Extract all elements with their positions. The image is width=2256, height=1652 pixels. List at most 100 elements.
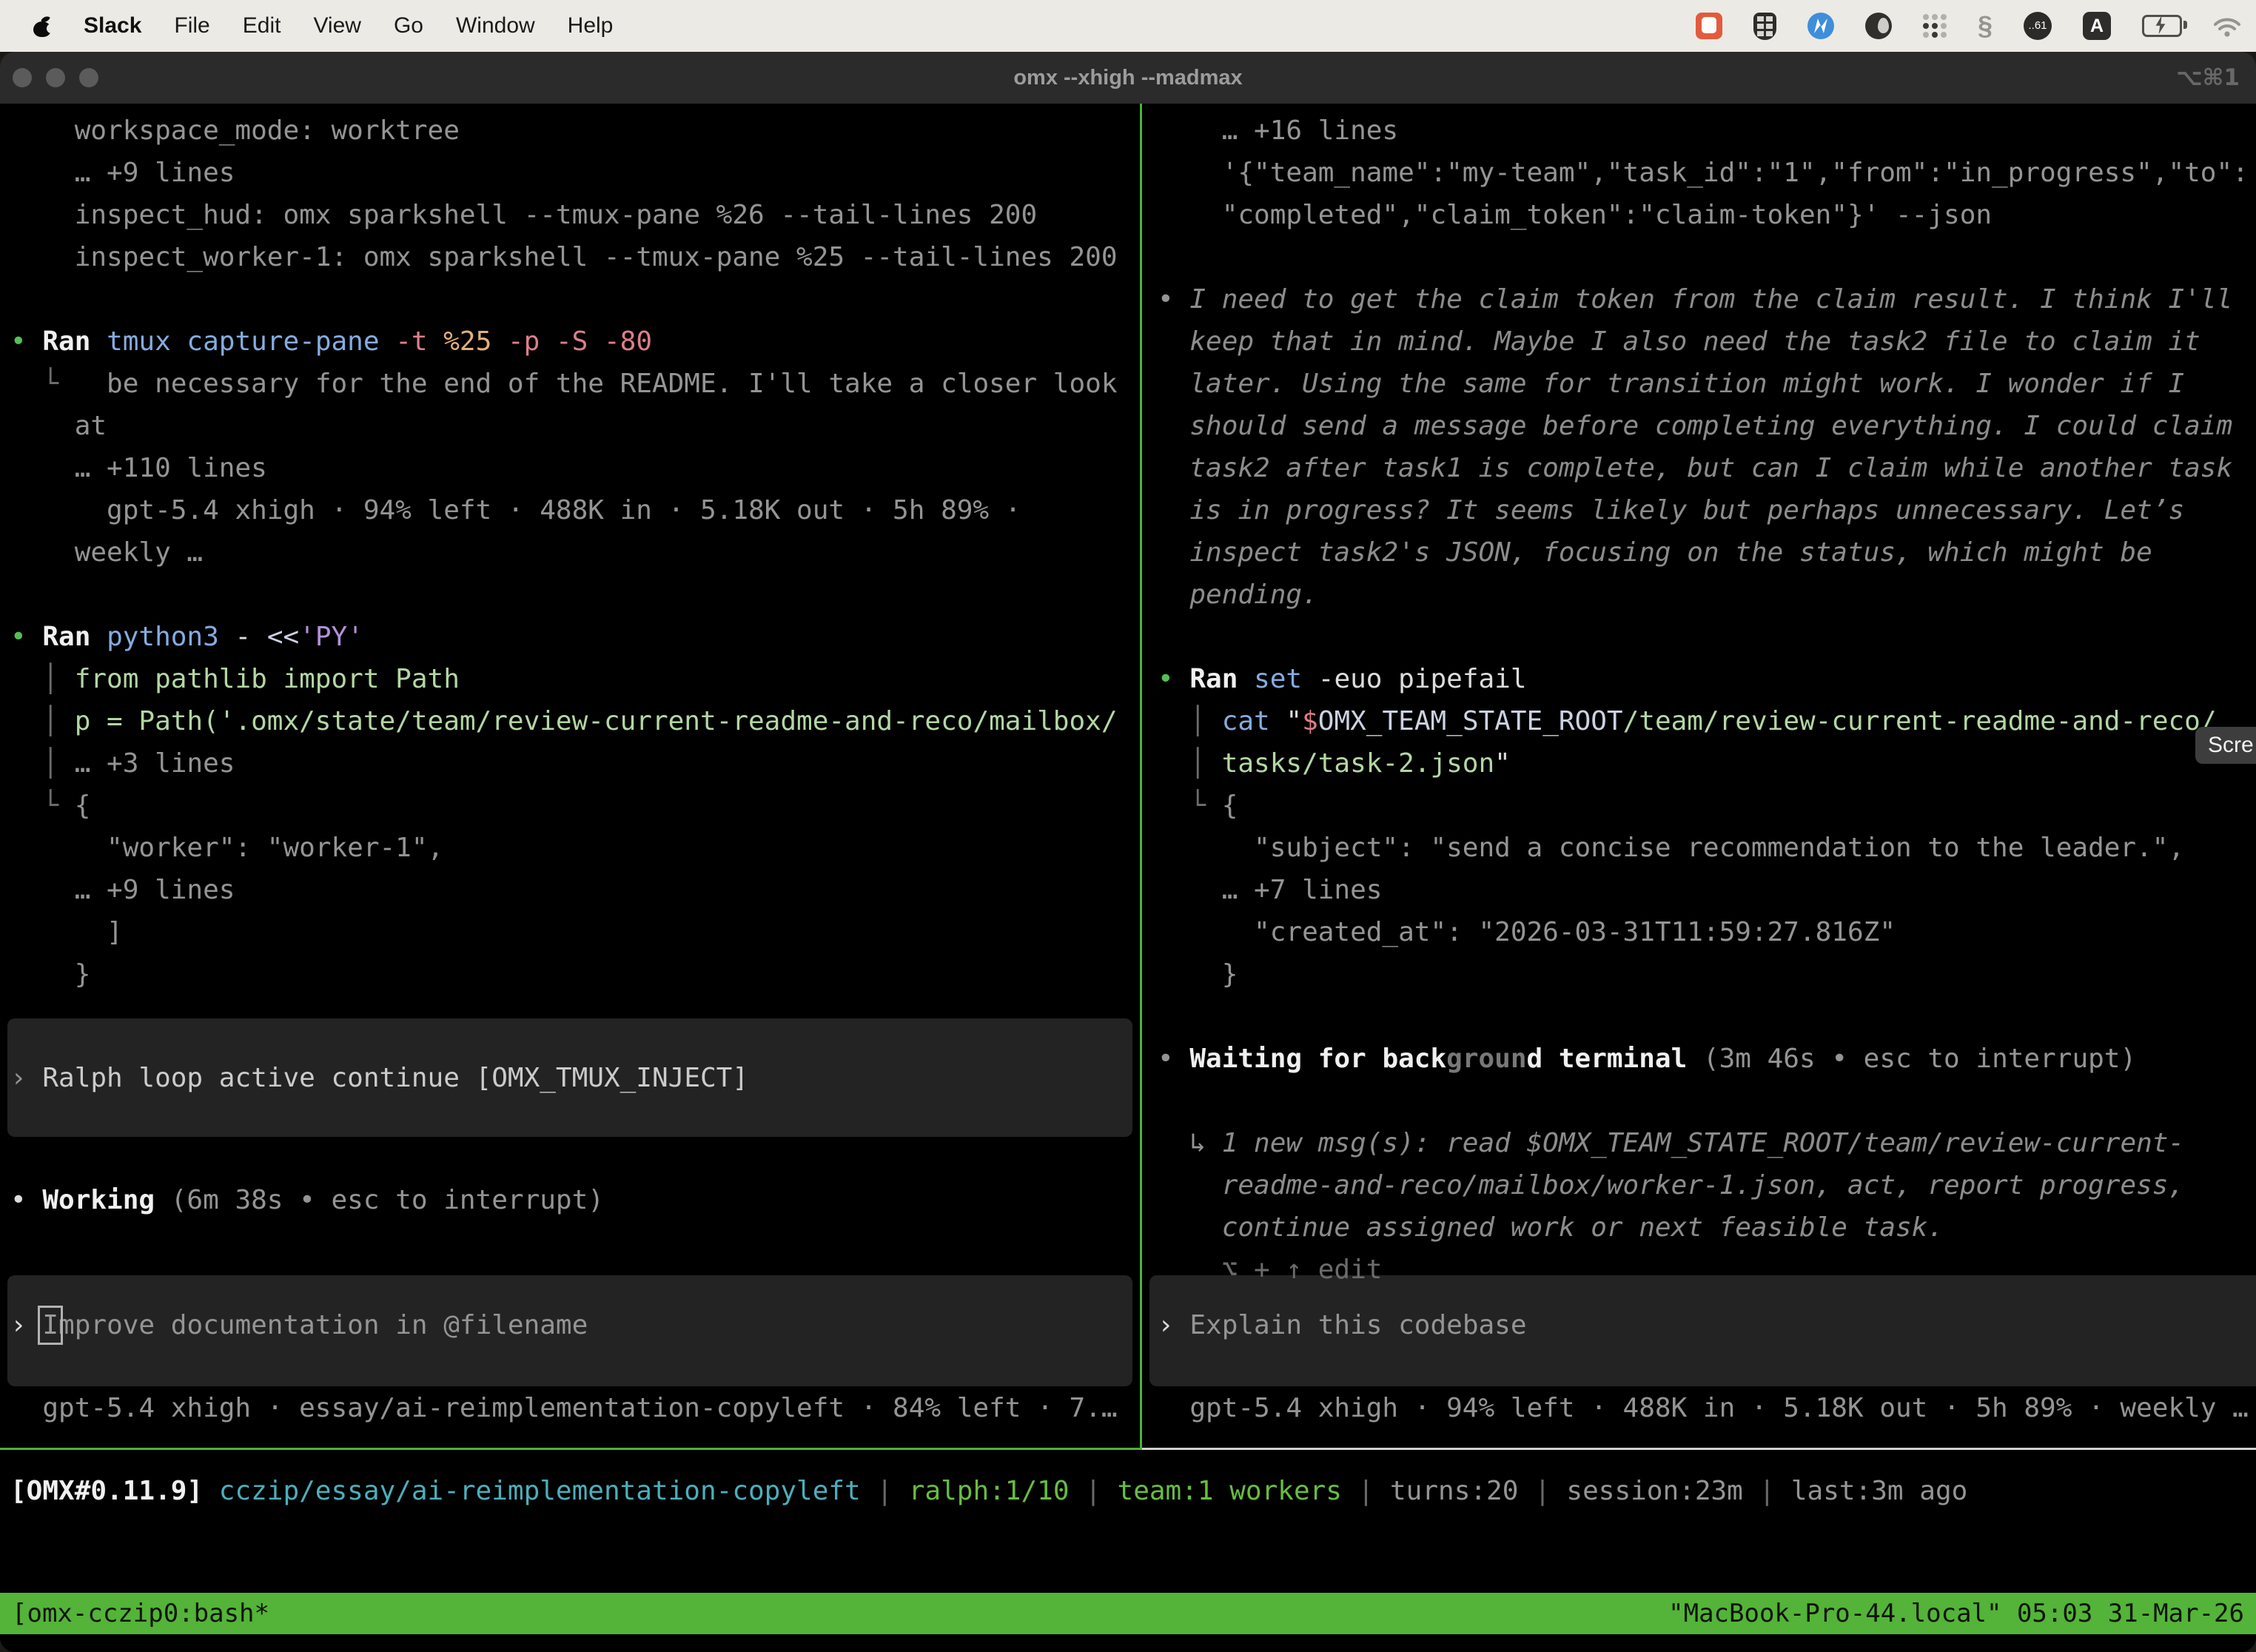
terminal-line: │ … +3 lines xyxy=(10,742,235,785)
menu-view[interactable]: View xyxy=(313,13,360,38)
text-segment: • xyxy=(1158,284,1189,315)
terminal-line: │ from pathlib import Path xyxy=(10,658,460,700)
text-segment: keep that in mind. Maybe I also need the… xyxy=(1158,326,2200,357)
terminal-line: ] xyxy=(10,911,123,953)
text-segment: << xyxy=(267,622,299,652)
text-segment: later. Using the same for transition mig… xyxy=(1158,369,2184,399)
apple-leaf xyxy=(41,14,50,24)
apple-menu-icon[interactable] xyxy=(33,16,51,37)
text-segment: Ran xyxy=(42,622,107,652)
terminal-line: "subject": "send a concise recommendatio… xyxy=(1158,827,2184,869)
menu-window[interactable]: Window xyxy=(456,13,535,38)
text-segment: groun xyxy=(1446,1044,1526,1074)
tmux-session-label[interactable]: [omx-cczip0:bash* xyxy=(12,1593,269,1634)
text-segment: set xyxy=(1254,664,1318,694)
battery-charging-icon[interactable] xyxy=(2142,15,2182,37)
text-segment: │ xyxy=(10,706,75,736)
count-badge-icon[interactable]: ..61 xyxy=(2024,12,2052,40)
terminal-line: "completed","claim_token":"claim-token"}… xyxy=(1158,194,1992,236)
pane-border-bottom-left xyxy=(0,1448,1142,1450)
text-segment: │ xyxy=(1158,748,1222,779)
text-segment: I xyxy=(42,1310,58,1340)
terminal-line: │ cat "$OMX_TEAM_STATE_ROOT/team/review-… xyxy=(1158,700,2217,742)
text-segment: "worker": "worker-1", xyxy=(10,833,443,863)
menu-file[interactable]: File xyxy=(174,13,209,38)
title-bar[interactable]: omx --xhigh --madmax ⌥⌘1 xyxy=(0,52,2256,104)
terminal-line: • Working (6m 38s • esc to interrupt) xyxy=(10,1179,604,1221)
text-segment: -t xyxy=(395,326,443,357)
text-segment: [OMX#0.11.9] xyxy=(10,1476,219,1506)
tmux-status-bar: [omx-cczip0:bash* "MacBook-Pro-44.local"… xyxy=(0,1593,2256,1634)
text-segment: … +9 lines xyxy=(10,875,235,905)
text-segment: /team/review-current-readme-and-reco/ xyxy=(1623,706,2217,736)
text-segment: … +3 lines xyxy=(75,748,235,779)
terminal-line: at xyxy=(10,405,107,447)
menu-go[interactable]: Go xyxy=(394,13,423,38)
tmux-pane-right: … +16 lines '{"team_name":"my-team","tas… xyxy=(1142,104,2256,1448)
terminal-line: • Ran tmux capture-pane -t %25 -p -S -80 xyxy=(10,320,652,363)
terminal-line: continue assigned work or next feasible … xyxy=(1158,1206,1944,1249)
text-segment: … +7 lines xyxy=(1158,875,1382,905)
terminal-line: "worker": "worker-1", xyxy=(10,827,443,869)
terminal-line: └ { xyxy=(1158,785,1238,827)
text-segment: %25 xyxy=(443,326,508,357)
text-segment: … +110 lines xyxy=(10,453,267,483)
terminal-line: │ tasks/task-2.json" xyxy=(1158,742,1511,785)
text-segment: ↳ xyxy=(1158,1128,1222,1158)
terminal-line: … +9 lines xyxy=(10,152,235,194)
menu-help[interactable]: Help xyxy=(568,13,614,38)
text-segment: cat xyxy=(1222,706,1286,736)
text-segment: │ xyxy=(10,748,75,779)
squiggle-icon[interactable]: § xyxy=(1978,13,1993,39)
terminal-line: inspect_hud: omx sparkshell --tmux-pane … xyxy=(10,194,1037,236)
terminal-window: omx --xhigh --madmax ⌥⌘1 workspace_mode:… xyxy=(0,52,2256,1652)
shield-grid-icon[interactable] xyxy=(1753,13,1776,40)
text-segment: python3 xyxy=(107,622,235,652)
text-segment: I need to get the claim token from the c… xyxy=(1189,284,2232,315)
text-segment: continue assigned work or next feasible … xyxy=(1158,1212,1944,1243)
menu-edit[interactable]: Edit xyxy=(243,13,281,38)
text-segment: Ran xyxy=(42,326,107,357)
text-segment: 1 new msg(s): read $OMX_TEAM_STATE_ROOT/… xyxy=(1222,1128,2184,1158)
terminal-line: should send a message before completing … xyxy=(1158,405,2232,447)
text-segment: "completed","claim_token":"claim-token"}… xyxy=(1158,200,1992,230)
text-segment: | xyxy=(1518,1476,1566,1506)
text-segment: be necessary for the end of the README. … xyxy=(58,369,1117,399)
text-segment: inspect_hud: omx sparkshell --tmux-pane … xyxy=(10,200,1037,230)
terminal-line: • I need to get the claim token from the… xyxy=(1158,278,2232,320)
text-segment: turns:20 xyxy=(1390,1476,1518,1506)
text-segment: -p -S -80 xyxy=(508,326,652,357)
terminal-line: │ p = Path('.omx/state/team/review-curre… xyxy=(10,700,1118,742)
text-segment: › xyxy=(10,1310,42,1340)
text-segment: Ran xyxy=(1189,664,1254,694)
blue-bolt-icon[interactable] xyxy=(1807,13,1834,39)
text-segment: is in progress? It seems likely but perh… xyxy=(1158,495,2184,526)
dots-grid-icon[interactable] xyxy=(1923,14,1947,38)
pane-divider[interactable] xyxy=(1140,104,1142,1450)
text-segment: mprove documentation in @filename xyxy=(58,1310,588,1340)
terminal-line: └ be necessary for the end of the README… xyxy=(10,363,1118,405)
text-segment: gpt-5.4 xhigh · 94% left · 488K in · 5.1… xyxy=(10,495,1021,526)
terminal-line: › Explain this codebase xyxy=(1158,1304,1527,1346)
text-segment: team:1 workers xyxy=(1118,1476,1342,1506)
battery-bolt xyxy=(2155,16,2166,34)
terminal-line: › Improve documentation in @filename xyxy=(10,1304,588,1346)
text-segment: cczip/essay/ai-reimplementation-copyleft xyxy=(219,1476,861,1506)
wifi-icon[interactable] xyxy=(2213,15,2241,37)
moon-crescent-icon[interactable] xyxy=(1865,13,1892,39)
text-segment: { xyxy=(75,790,91,821)
text-segment: " xyxy=(1286,706,1302,736)
terminal-line: pending. xyxy=(1158,574,1318,616)
input-source-icon[interactable]: A xyxy=(2083,12,2111,40)
text-segment: { xyxy=(1222,790,1238,821)
screen-recording-icon[interactable] xyxy=(1696,13,1722,39)
text-segment: └ xyxy=(10,790,75,821)
terminal-line: '{"team_name":"my-team","task_id":"1","f… xyxy=(1158,152,2249,194)
menu-app-name[interactable]: Slack xyxy=(84,13,141,38)
terminal-line: inspect_worker-1: omx sparkshell --tmux-… xyxy=(10,236,1118,278)
terminal-line: • Ran set -euo pipefail xyxy=(1158,658,1527,700)
text-segment: ralph:1/10 xyxy=(909,1476,1070,1506)
text-segment: … +9 lines xyxy=(10,158,235,188)
text-segment: Ralph loop active continue [OMX_TMUX_INJ… xyxy=(42,1063,748,1093)
terminal-line: weekly … xyxy=(10,531,203,574)
